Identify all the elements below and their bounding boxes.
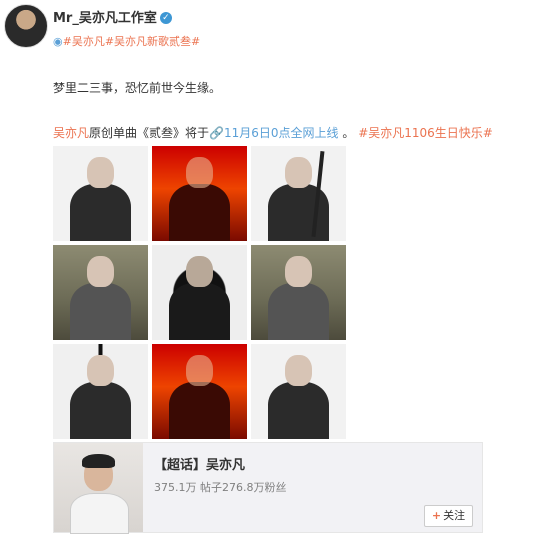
follow-button[interactable]: + 关注 [424, 505, 473, 527]
post-text-line2: 吴亦凡原创单曲《贰叁》将于🔗11月6日0点全网上线 。 #吴亦凡1106生日快乐… [53, 124, 493, 141]
verified-icon: ✓ [159, 11, 172, 24]
photo-8[interactable] [152, 344, 247, 439]
photo-6[interactable] [251, 245, 346, 340]
card-stats: 375.1万 帖子276.8万粉丝 [154, 481, 287, 494]
topic-tags[interactable]: ◉#吴亦凡#吴亦凡新歌贰叁# [53, 33, 200, 49]
photo-7[interactable] [53, 344, 148, 439]
card-thumbnail [54, 443, 143, 534]
location-pin-icon: ◉ [53, 35, 63, 48]
release-link[interactable]: 11月6日0点全网上线 [224, 126, 339, 140]
photo-4[interactable] [53, 245, 148, 340]
post-header: Mr_吴亦凡工作室 ✓ ◉#吴亦凡#吴亦凡新歌贰叁# [53, 7, 200, 49]
avatar[interactable] [4, 4, 48, 48]
post-text-line1: 梦里二三事，恐忆前世今生缘。 [53, 81, 222, 95]
photo-9[interactable] [251, 344, 346, 439]
photo-1[interactable] [53, 146, 148, 241]
photo-grid [53, 146, 346, 442]
mention-name[interactable]: 吴亦凡 [53, 126, 89, 140]
tags-text[interactable]: #吴亦凡#吴亦凡新歌贰叁# [63, 35, 201, 48]
post-dot: 。 [338, 126, 355, 140]
photo-2[interactable] [152, 146, 247, 241]
birthday-tag[interactable]: #吴亦凡1106生日快乐# [358, 126, 493, 140]
card-title: 【超话】吴亦凡 [154, 458, 246, 473]
super-topic-card[interactable]: 【超话】吴亦凡 375.1万 帖子276.8万粉丝 + 关注 [53, 442, 483, 534]
user-name[interactable]: Mr_吴亦凡工作室 [53, 11, 157, 26]
plus-icon: + [431, 509, 442, 522]
photo-3[interactable] [251, 146, 346, 241]
photo-5[interactable] [152, 245, 247, 340]
follow-label: 关注 [443, 509, 466, 522]
link-icon[interactable]: 🔗 [209, 126, 224, 140]
post-mid-text: 原创单曲《贰叁》将于 [89, 126, 210, 140]
